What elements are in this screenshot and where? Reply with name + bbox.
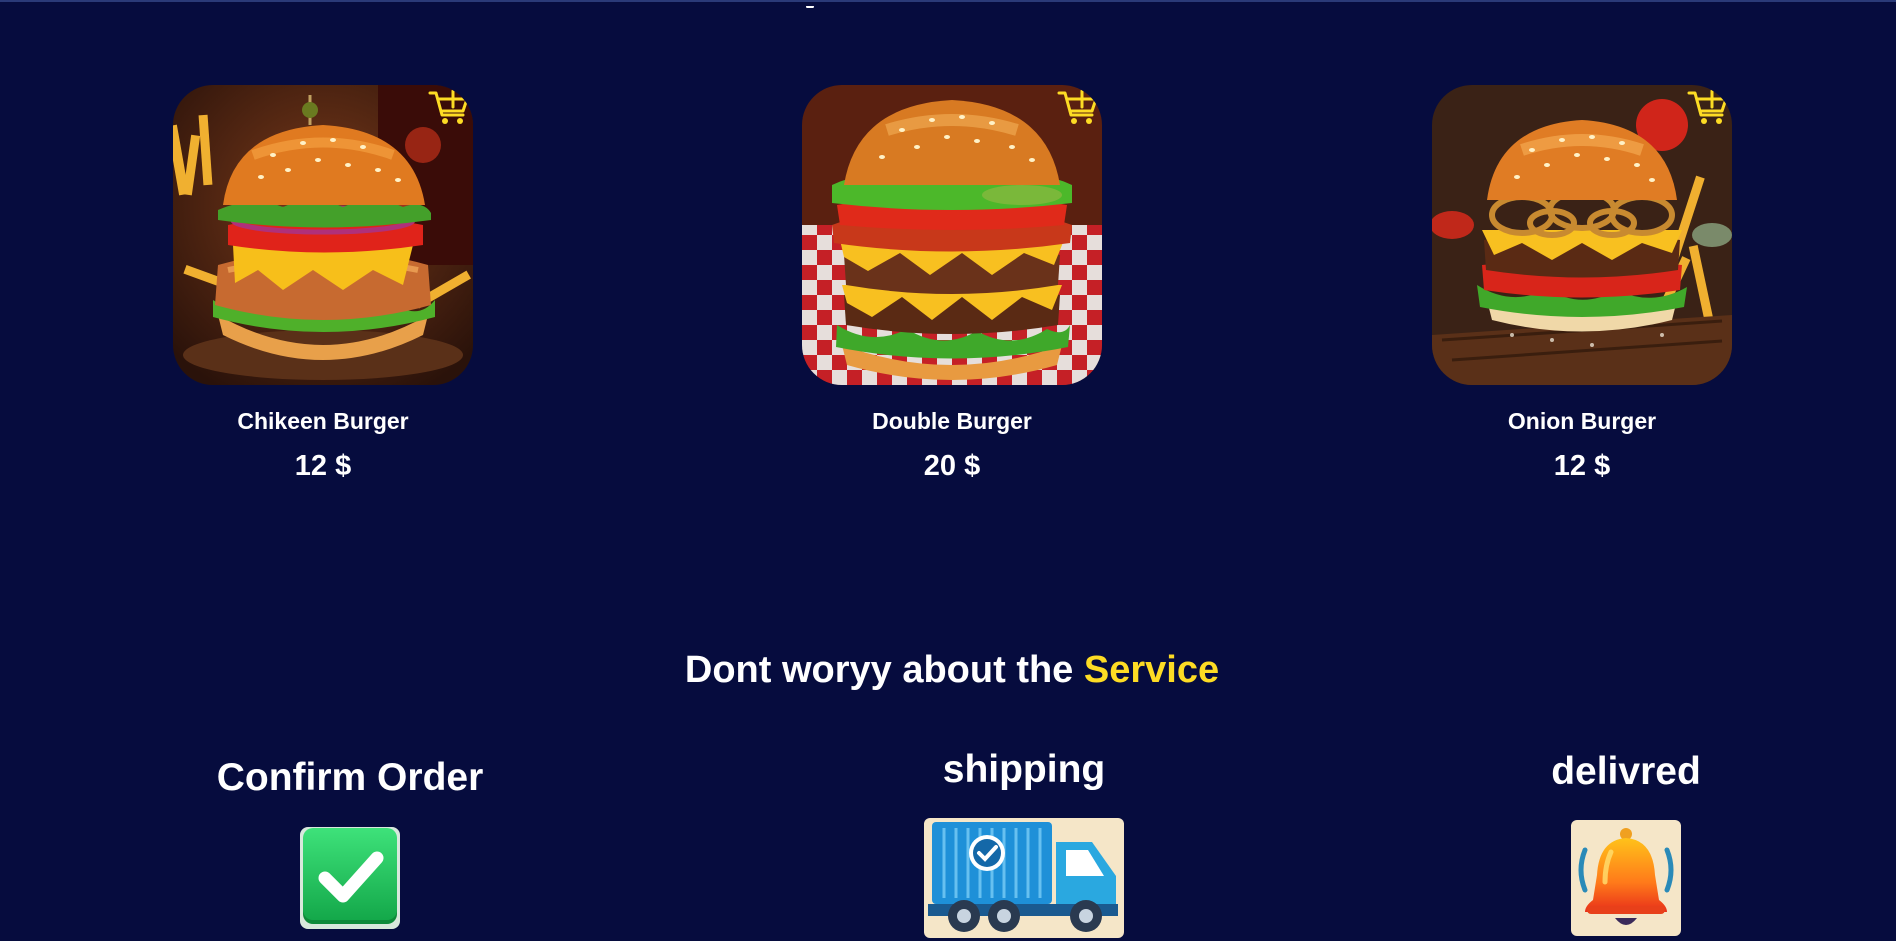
check-icon <box>299 826 401 930</box>
product-price: 20 $ <box>923 450 981 482</box>
step-title: Confirm Order <box>216 756 484 799</box>
product-name: Chikeen Burger <box>237 408 409 434</box>
top-divider <box>0 0 1896 2</box>
truck-icon <box>924 818 1124 938</box>
cropped-heading-fragment <box>806 0 826 8</box>
service-heading: Dont woryy about the Service <box>0 644 1896 696</box>
product-price: 12 $ <box>1553 450 1611 482</box>
service-step-confirm-order: Confirm Order <box>200 754 500 930</box>
add-to-cart-icon[interactable] <box>1686 87 1730 127</box>
double-burger-photo-icon <box>802 85 1102 385</box>
chicken-burger-image <box>173 85 473 385</box>
product-name: Double Burger <box>872 408 1032 434</box>
onion-burger-photo-icon <box>1432 85 1732 385</box>
double-burger-image <box>802 85 1102 385</box>
product-card-chicken-burger: Chikeen Burger 12 $ <box>173 85 473 483</box>
step-title: delivred <box>1551 750 1701 793</box>
service-heading-accent: Service <box>1083 649 1220 691</box>
service-step-delivered: delivred <box>1476 748 1776 936</box>
product-name: Onion Burger <box>1507 408 1657 434</box>
product-card-onion-burger: Onion Burger 12 $ <box>1432 85 1732 483</box>
onion-burger-image <box>1432 85 1732 385</box>
add-to-cart-icon[interactable] <box>1056 87 1100 127</box>
add-to-cart-icon[interactable] <box>427 87 471 127</box>
product-price: 12 $ <box>294 450 352 482</box>
service-step-shipping: shipping <box>874 746 1174 938</box>
bell-icon <box>1571 820 1681 936</box>
step-title: shipping <box>942 748 1106 791</box>
chicken-burger-photo-icon <box>173 85 473 385</box>
service-heading-text: Dont woryy about the <box>684 649 1084 691</box>
product-card-double-burger: Double Burger 20 $ <box>802 85 1102 483</box>
